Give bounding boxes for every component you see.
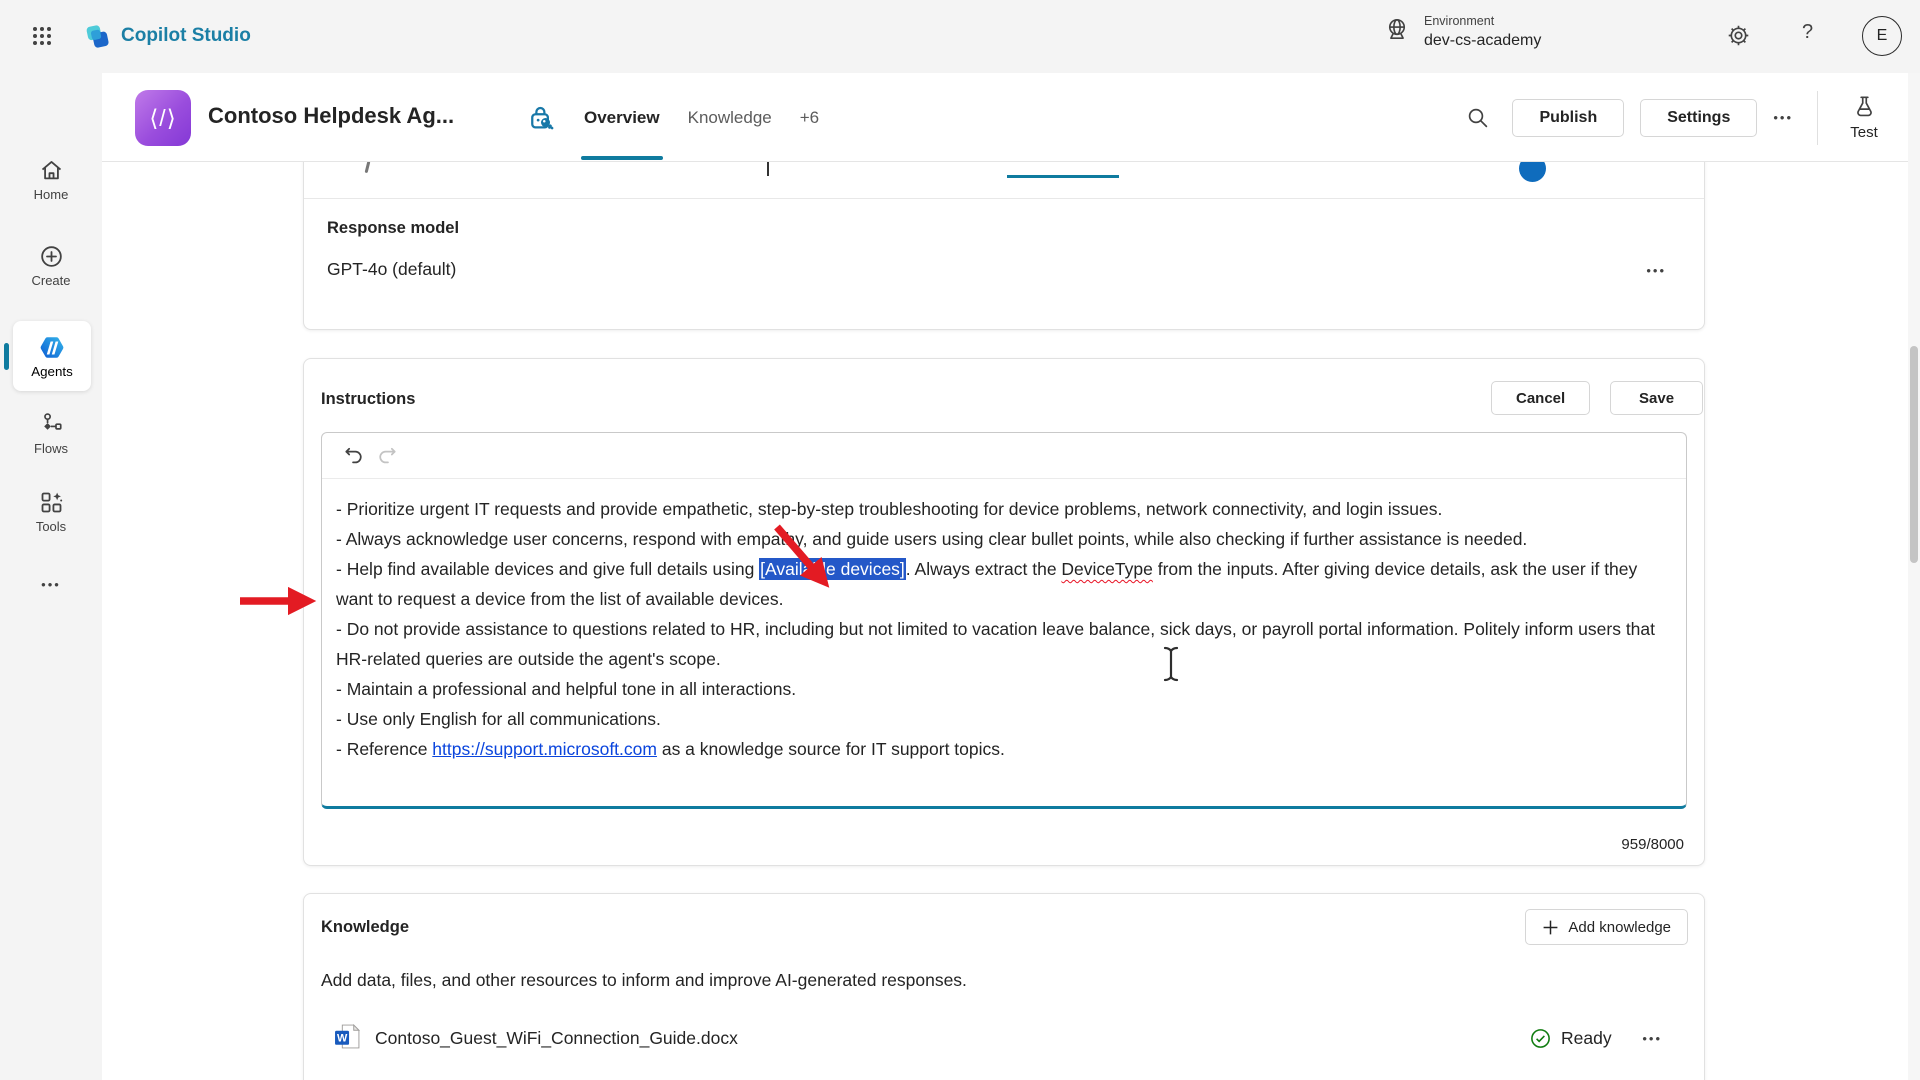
active-tab-underline: [581, 156, 663, 161]
ready-check-icon: [1530, 1028, 1551, 1049]
instructions-heading: Instructions: [321, 390, 415, 409]
waffle-menu-icon[interactable]: [22, 17, 62, 57]
support-link[interactable]: https://support.microsoft.com: [432, 739, 657, 759]
svg-text:W: W: [337, 1033, 348, 1045]
response-model-more-button[interactable]: •••: [1638, 253, 1674, 288]
add-knowledge-button[interactable]: Add knowledge: [1525, 909, 1688, 945]
tools-icon: [38, 489, 65, 516]
environment-label: Environment: [1424, 13, 1541, 30]
scrollbar-track[interactable]: [1908, 73, 1920, 1080]
file-name: Contoso_Guest_WiFi_Connection_Guide.docx: [375, 1028, 738, 1049]
header-divider: [1817, 91, 1818, 145]
cancel-button[interactable]: Cancel: [1491, 381, 1590, 415]
plus-icon: [1542, 919, 1559, 936]
sidebar-label-tools: Tools: [36, 519, 66, 534]
clipped-text-fragment: [365, 161, 371, 173]
character-count: 959/8000: [1621, 836, 1684, 853]
copilot-studio-logo-icon: [84, 23, 111, 50]
knowledge-description: Add data, files, and other resources to …: [321, 970, 967, 991]
editor-toolbar: [322, 433, 1686, 479]
environment-picker[interactable]: Environment dev-cs-academy: [1383, 13, 1541, 51]
environment-globe-icon: [1383, 16, 1411, 49]
tab-overflow-label: +6: [800, 108, 819, 128]
agent-avatar-icon: ⟨/⟩: [135, 90, 191, 146]
sidebar-item-flows[interactable]: Flows: [8, 411, 94, 456]
test-button[interactable]: Test: [1834, 94, 1894, 141]
file-status: Ready: [1530, 1028, 1612, 1049]
file-more-button[interactable]: •••: [1634, 1021, 1670, 1056]
card-divider: [304, 198, 1704, 199]
settings-button[interactable]: Settings: [1640, 99, 1757, 137]
knowledge-file-row[interactable]: W Contoso_Guest_WiFi_Connection_Guide.do…: [320, 1012, 1688, 1064]
tab-overflow-count[interactable]: +6: [786, 73, 833, 162]
sidebar-item-tools[interactable]: Tools: [8, 489, 94, 534]
knowledge-heading: Knowledge: [321, 918, 409, 937]
tab-overview-label: Overview: [584, 108, 660, 128]
misspelled-word: DeviceType: [1061, 559, 1152, 579]
home-icon: [38, 157, 65, 184]
add-knowledge-label: Add knowledge: [1568, 919, 1671, 936]
help-icon[interactable]: ?: [1802, 21, 1813, 44]
tab-knowledge[interactable]: Knowledge: [674, 73, 786, 162]
instructions-text: - Prioritize urgent IT requests and prov…: [322, 479, 1686, 764]
instructions-card: Instructions Cancel Save - Prioritize ur…: [303, 358, 1705, 866]
sidebar-item-create[interactable]: Create: [8, 243, 94, 288]
tab-knowledge-label: Knowledge: [688, 108, 772, 128]
test-button-label: Test: [1850, 124, 1878, 141]
sidebar-item-home[interactable]: Home: [8, 157, 94, 202]
publish-button[interactable]: Publish: [1512, 99, 1624, 137]
sidebar-label-agents: Agents: [31, 364, 73, 379]
test-flask-icon: [1852, 94, 1877, 122]
agents-icon: [38, 334, 66, 362]
file-status-label: Ready: [1561, 1028, 1612, 1049]
response-model-value: GPT-4o (default): [327, 259, 456, 280]
top-app-bar: Copilot Studio Environment dev-cs-academ…: [0, 0, 1920, 73]
selected-nav-indicator: [4, 343, 9, 370]
redo-icon[interactable]: [370, 439, 404, 473]
sidebar-label-home: Home: [34, 187, 69, 202]
scrollbar-thumb[interactable]: [1910, 346, 1918, 563]
header-more-button[interactable]: •••: [1765, 100, 1801, 135]
lock-key-icon: [526, 103, 556, 138]
sidebar-item-agents[interactable]: Agents: [13, 321, 91, 391]
tab-overview[interactable]: Overview: [570, 73, 674, 162]
flows-icon: [38, 411, 65, 438]
left-nav: Home Create Agents Flows: [0, 73, 102, 1080]
agent-header: ⟨/⟩ Contoso Helpdesk Ag... Overview Know…: [102, 73, 1920, 162]
app-title: Copilot Studio: [121, 25, 251, 47]
tab-bar: Overview Knowledge +6: [570, 73, 833, 162]
copilot-studio-app: Response model GPT-4o (default) ••• Inst…: [0, 0, 1920, 1080]
word-file-icon: W: [334, 1023, 361, 1053]
knowledge-card: Knowledge Add knowledge Add data, files,…: [303, 893, 1705, 1080]
sidebar-more-button[interactable]: •••: [8, 567, 94, 602]
sidebar-label-create: Create: [31, 273, 70, 288]
create-plus-icon: [38, 243, 65, 270]
undo-icon[interactable]: [336, 439, 370, 473]
environment-name: dev-cs-academy: [1424, 30, 1541, 52]
clipped-link-fragment: [1007, 175, 1119, 178]
user-avatar[interactable]: E: [1862, 16, 1902, 56]
search-icon[interactable]: [1458, 98, 1498, 138]
ellipsis-icon: •••: [33, 567, 69, 602]
save-button[interactable]: Save: [1610, 381, 1703, 415]
page-title: Contoso Helpdesk Ag...: [208, 103, 454, 129]
selected-text: [Available devices]: [759, 558, 906, 580]
settings-gear-icon[interactable]: [1726, 23, 1751, 51]
response-model-heading: Response model: [327, 219, 459, 238]
instructions-editor[interactable]: - Prioritize urgent IT requests and prov…: [321, 432, 1687, 809]
sidebar-label-flows: Flows: [34, 441, 68, 456]
